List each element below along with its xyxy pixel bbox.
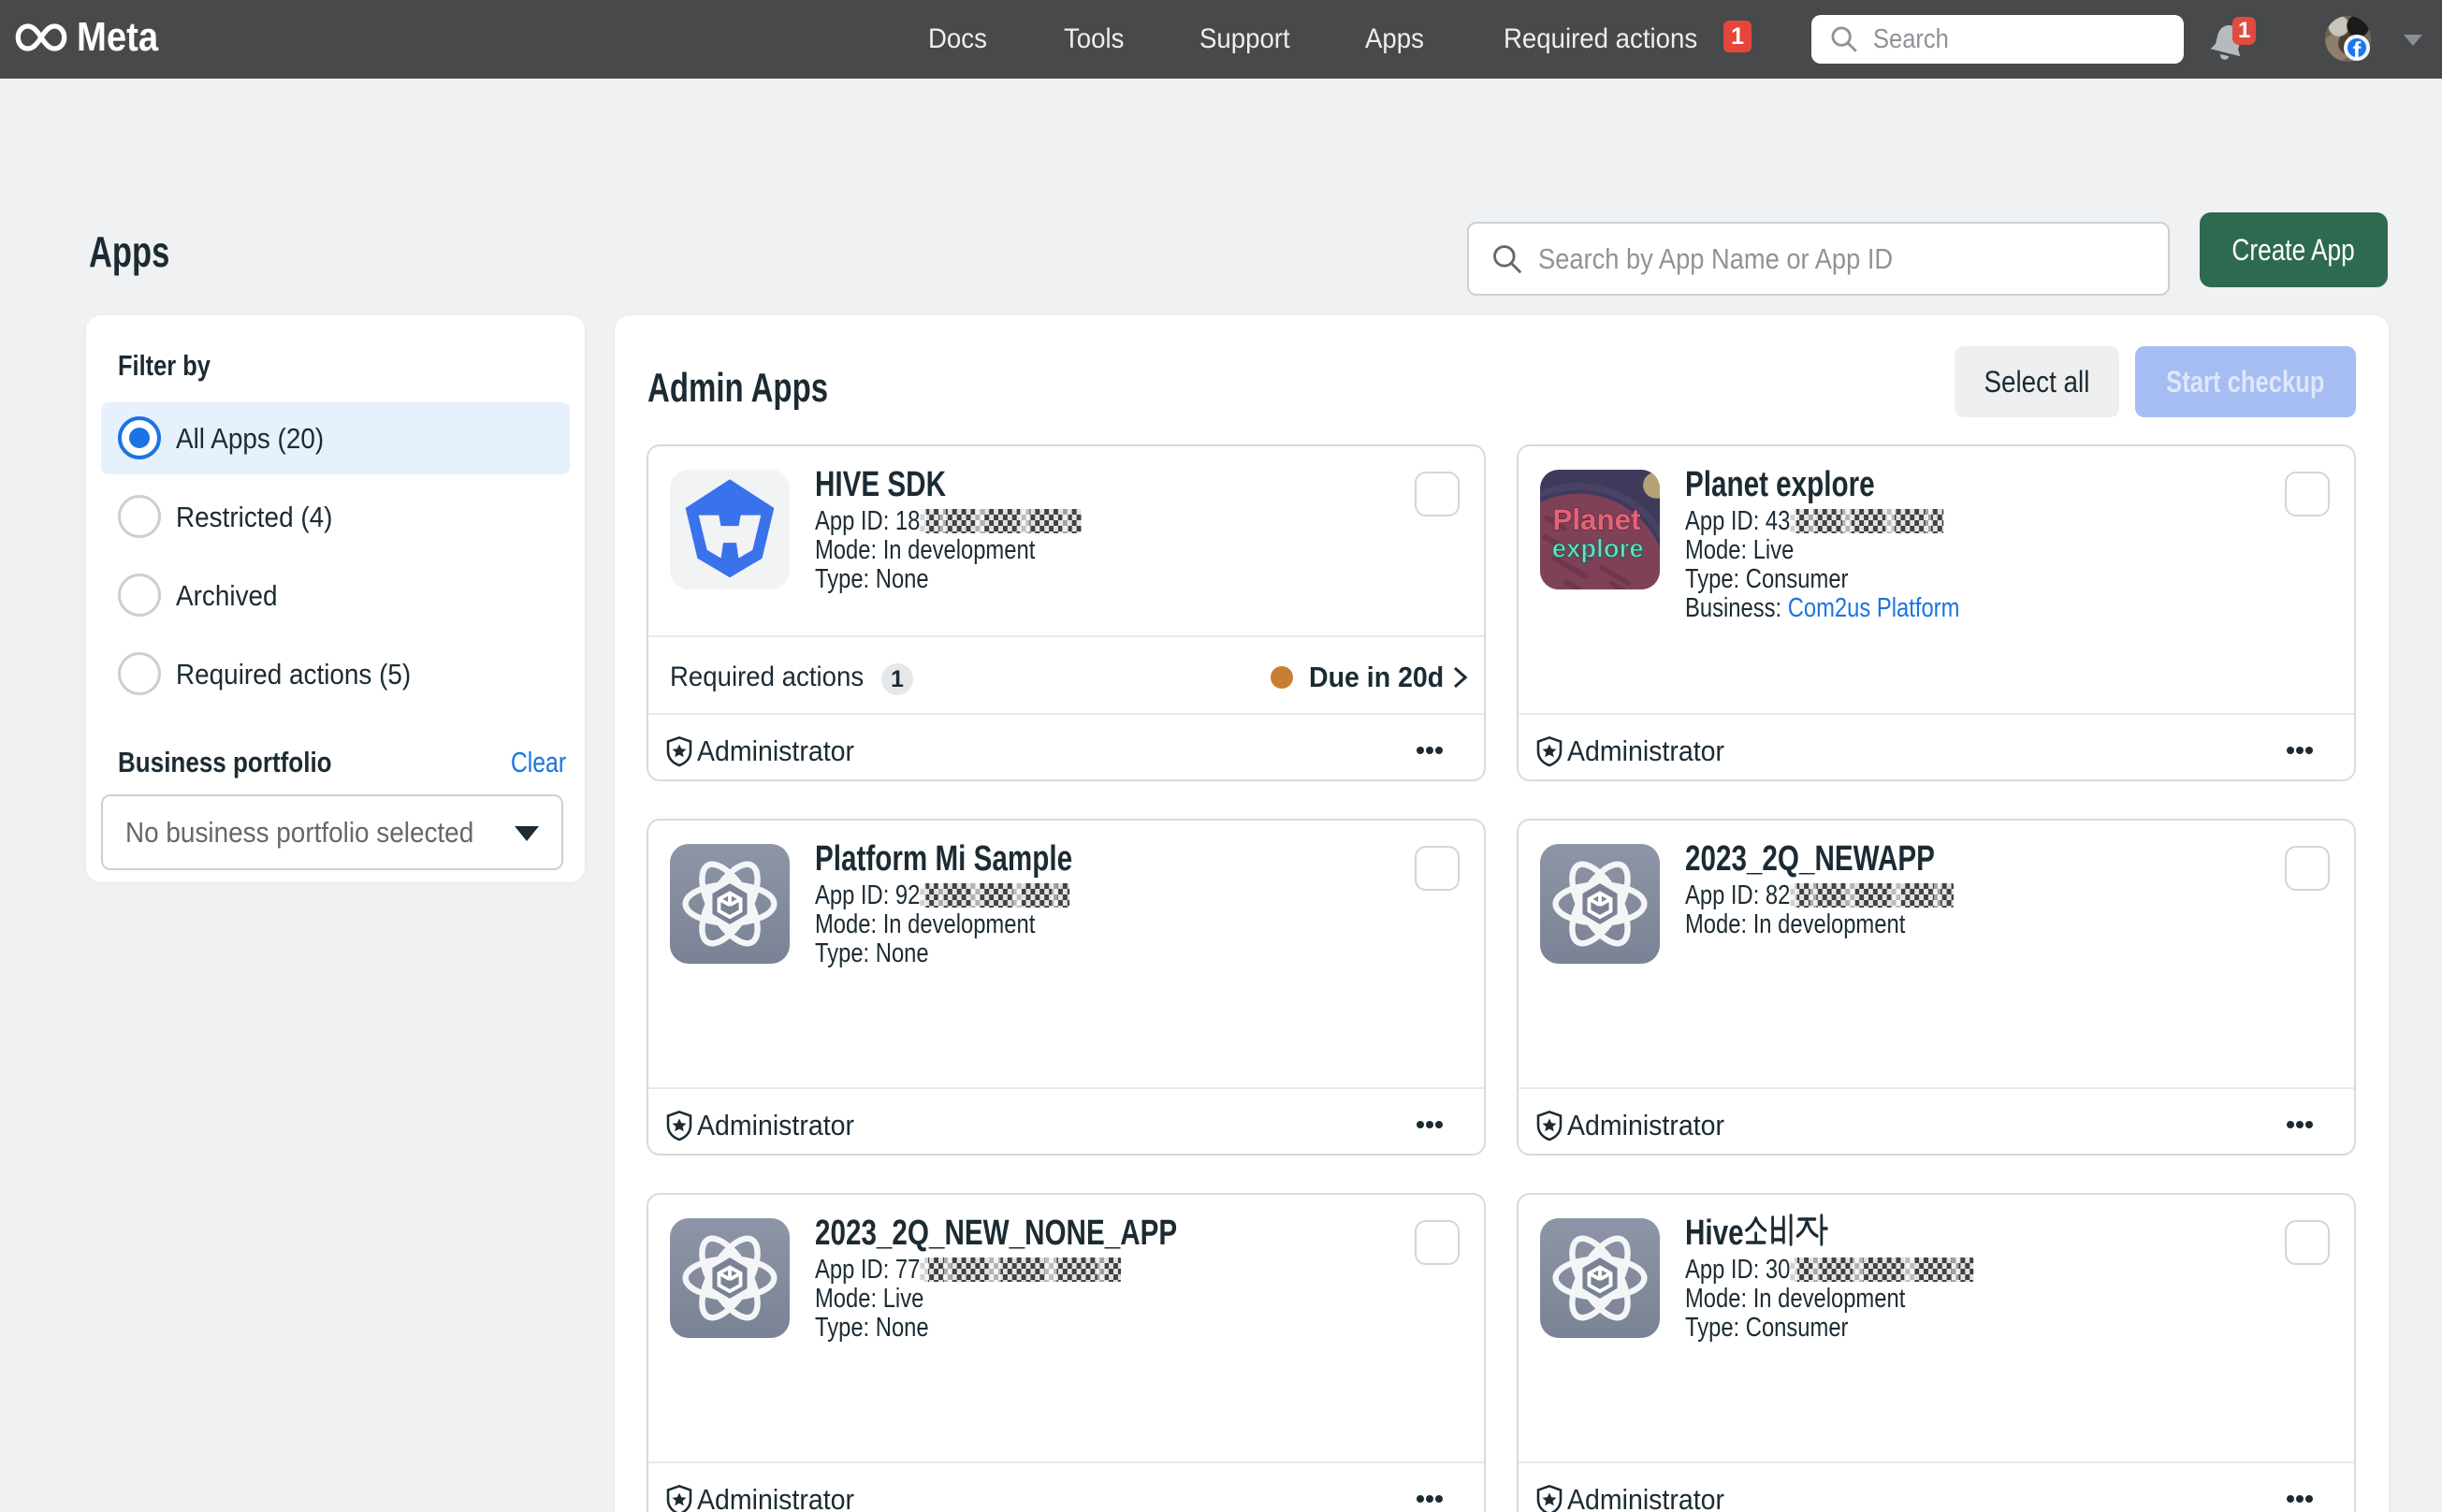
svg-text:Planet: Planet bbox=[1552, 503, 1641, 536]
svg-text:explore: explore bbox=[1552, 533, 1644, 562]
